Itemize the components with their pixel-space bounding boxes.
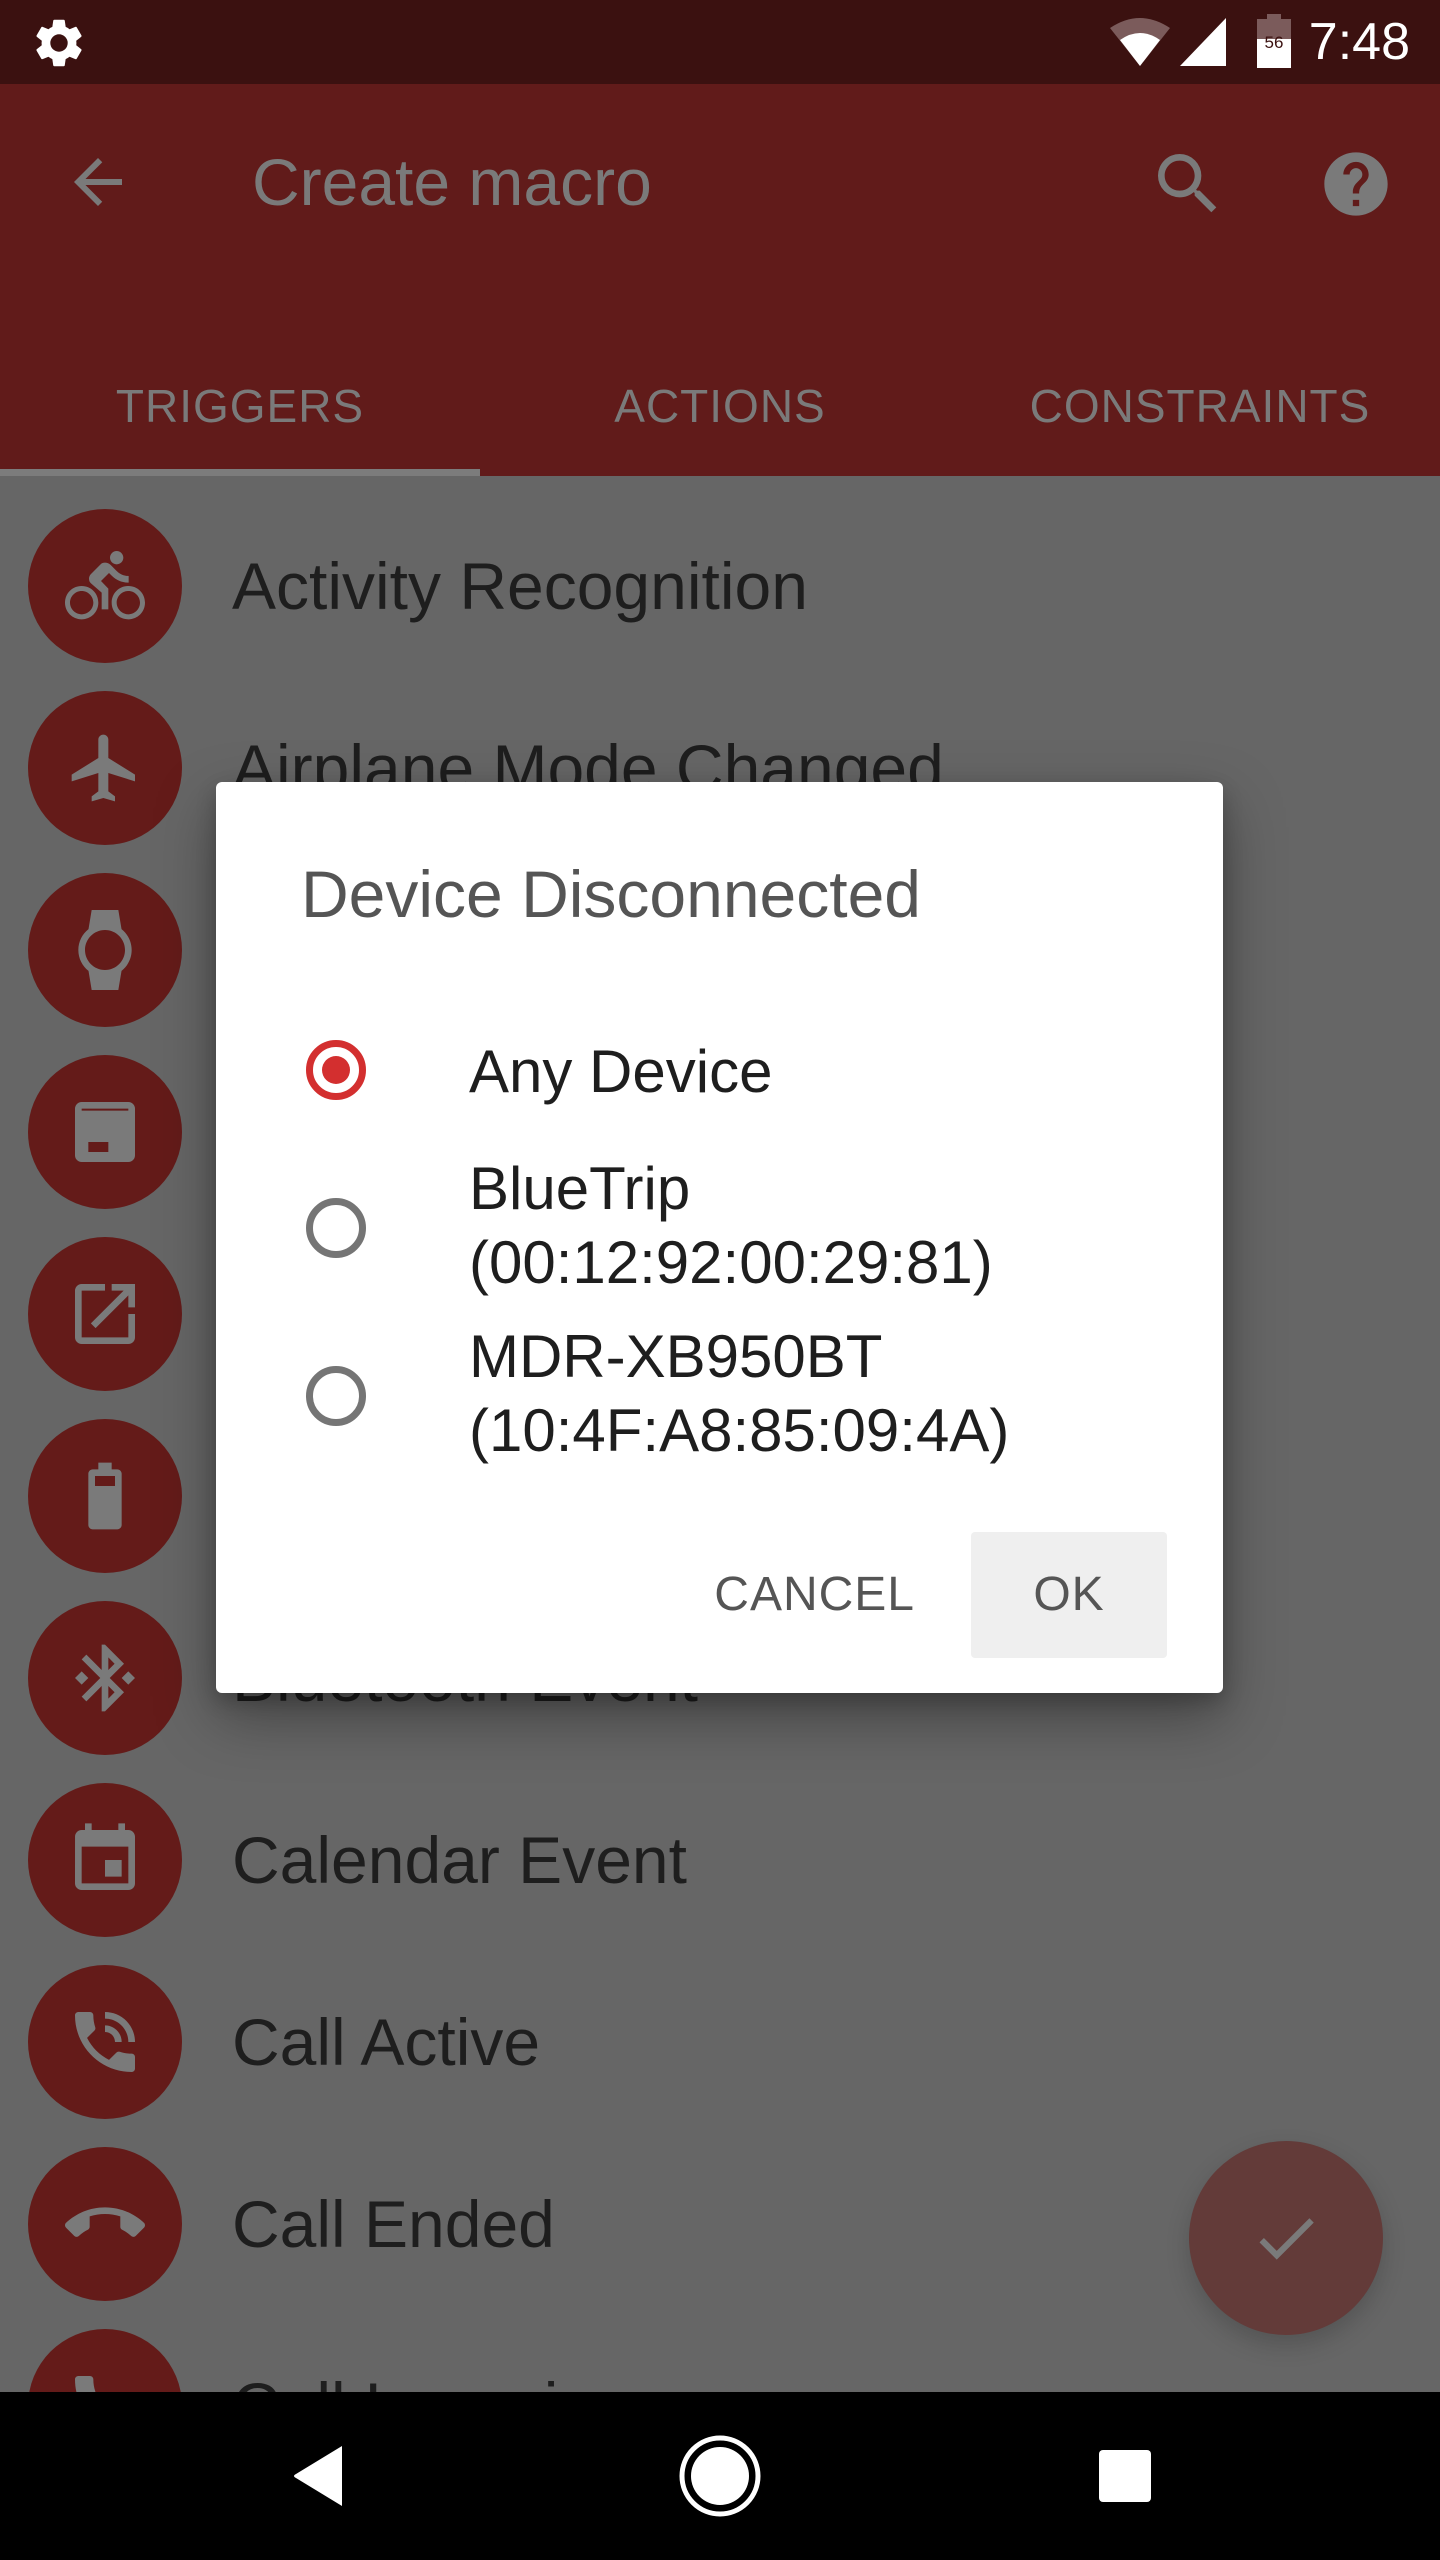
- icon-circle: [28, 873, 182, 1027]
- ok-button[interactable]: OK: [971, 1532, 1167, 1658]
- list-item-label: Call Ended: [232, 2187, 555, 2261]
- tab-actions[interactable]: ACTIONS: [480, 336, 960, 476]
- list-item-label: Activity Recognition: [232, 549, 808, 623]
- open-in-new-icon: [75, 1284, 135, 1344]
- icon-circle: [28, 2147, 182, 2301]
- clock: 7:48: [1308, 13, 1410, 71]
- cancel-button[interactable]: CANCEL: [658, 1532, 971, 1658]
- icon-circle: [28, 691, 182, 845]
- dialog-title: Device Disconnected: [301, 857, 921, 931]
- option-label: MDR-XB950BT: [469, 1323, 883, 1390]
- option-label: BlueTrip: [469, 1155, 691, 1222]
- settings-gear-icon: [36, 19, 82, 67]
- icon-circle: [28, 1237, 182, 1391]
- icon-circle: [28, 1965, 182, 2119]
- icon-circle: [28, 2329, 182, 2392]
- status-bar: 56 7:48: [0, 0, 1440, 84]
- nav-recents-icon[interactable]: [1075, 2426, 1175, 2526]
- list-item-call-incoming[interactable]: Call Incoming: [0, 2314, 1440, 2392]
- option-mdr-xb950bt[interactable]: MDR-XB950BT (10:4F:A8:85:09:4A): [216, 1312, 1223, 1482]
- system-navigation-bar: [0, 2392, 1440, 2560]
- airplane-icon: [71, 734, 135, 802]
- bluetooth-icon: [75, 1644, 135, 1712]
- radio-button[interactable]: [306, 1198, 366, 1258]
- radio-button[interactable]: [306, 1366, 366, 1426]
- phone-in-talk-icon: [75, 2012, 135, 2072]
- list-item-label: Call Incoming: [232, 2366, 632, 2392]
- list-item-calendar-event[interactable]: Calendar Event: [0, 1768, 1440, 1950]
- check-icon: [1259, 2218, 1314, 2260]
- radio-button-checked[interactable]: [306, 1040, 366, 1100]
- watch-icon: [78, 910, 132, 990]
- bicycle-icon: [65, 551, 145, 620]
- calendar-icon: [75, 1823, 135, 1890]
- battery-icon: 56: [1257, 14, 1291, 68]
- call-end-icon: [65, 2207, 145, 2237]
- battery-icon: [88, 1462, 122, 1530]
- battery-level: 56: [1265, 33, 1284, 52]
- option-address: (10:4F:A8:85:09:4A): [469, 1397, 1010, 1464]
- option-any-device[interactable]: Any Device: [216, 1002, 1223, 1142]
- list-item-label: Calendar Event: [232, 1823, 687, 1897]
- app-window-icon: [75, 1102, 135, 1162]
- tab-bar: TRIGGERS ACTIONS CONSTRAINTS: [0, 336, 1440, 476]
- icon-circle: [28, 1419, 182, 1573]
- device-disconnected-dialog: Device Disconnected Any Device BlueTrip …: [216, 782, 1223, 1693]
- help-icon[interactable]: [1318, 146, 1394, 222]
- nav-back-icon[interactable]: [270, 2426, 370, 2526]
- dialog-actions: CANCEL OK: [658, 1532, 1167, 1658]
- list-item-label: Call Active: [232, 2005, 541, 2079]
- icon-circle: [28, 1783, 182, 1937]
- app-toolbar: Create macro TRIGGERS ACTIONS CONSTRAINT…: [0, 84, 1440, 476]
- search-icon[interactable]: [1148, 144, 1228, 224]
- option-bluetrip[interactable]: BlueTrip (00:12:92:00:29:81): [216, 1142, 1223, 1312]
- option-address: (00:12:92:00:29:81): [469, 1229, 993, 1296]
- wifi-icon: [1110, 18, 1170, 66]
- icon-circle: [28, 509, 182, 663]
- tab-triggers[interactable]: TRIGGERS: [0, 336, 480, 476]
- page-title: Create macro: [252, 145, 652, 219]
- nav-home-icon[interactable]: [670, 2426, 770, 2526]
- option-label: Any Device: [469, 1038, 773, 1105]
- icon-circle: [28, 1055, 182, 1209]
- icon-circle: [28, 1601, 182, 1755]
- arrow-back-icon[interactable]: [62, 146, 134, 218]
- tab-indicator: [0, 469, 480, 476]
- tab-constraints[interactable]: CONSTRAINTS: [960, 336, 1440, 476]
- phone-icon: [75, 2376, 96, 2392]
- cell-signal-icon: [1180, 18, 1226, 66]
- list-item-call-active[interactable]: Call Active: [0, 1950, 1440, 2132]
- confirm-fab-button[interactable]: [1189, 2141, 1383, 2335]
- list-item-activity-recognition[interactable]: Activity Recognition: [0, 494, 1440, 676]
